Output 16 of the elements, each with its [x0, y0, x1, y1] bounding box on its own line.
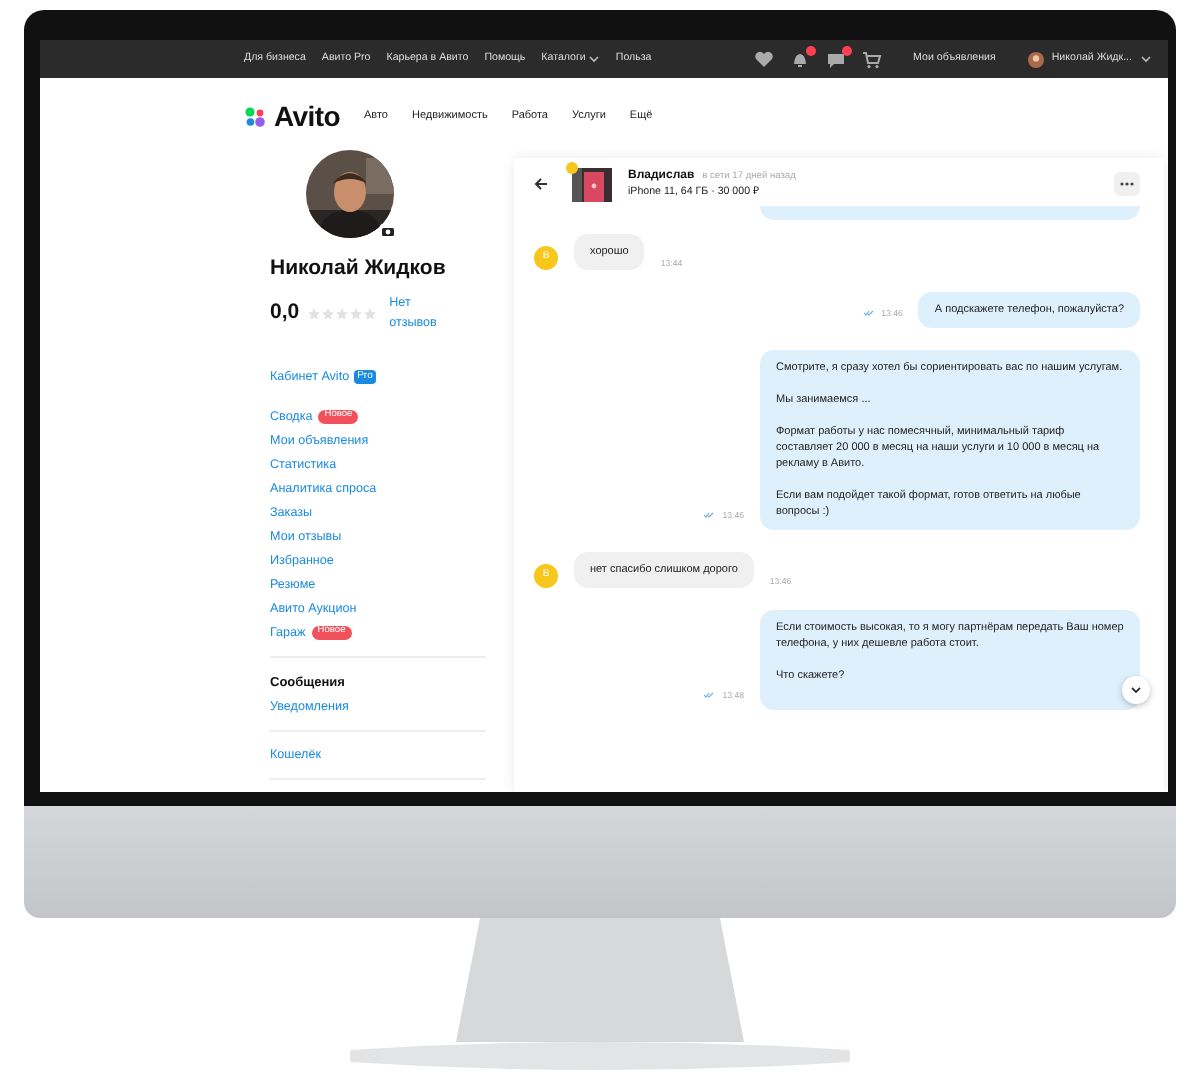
cart-icon[interactable]	[861, 49, 882, 69]
heart-icon[interactable]	[753, 49, 774, 69]
avatar-icon	[1027, 51, 1044, 67]
caret-icon	[1140, 54, 1152, 64]
rating-value: 0,0	[270, 297, 300, 328]
bell-icon[interactable]	[789, 49, 810, 69]
scroll-down-button[interactable]	[1122, 676, 1150, 704]
profile-name: Николай Жидков	[270, 254, 448, 284]
back-arrow-icon[interactable]	[534, 178, 548, 190]
chat-icon[interactable]	[825, 49, 846, 69]
logo-icon	[244, 106, 266, 128]
camera-icon	[380, 224, 396, 238]
status-dot	[566, 161, 578, 173]
more-button[interactable]	[1114, 172, 1140, 196]
chevron-down-icon	[1130, 686, 1142, 694]
logo-text[interactable]: Avito	[274, 96, 340, 138]
